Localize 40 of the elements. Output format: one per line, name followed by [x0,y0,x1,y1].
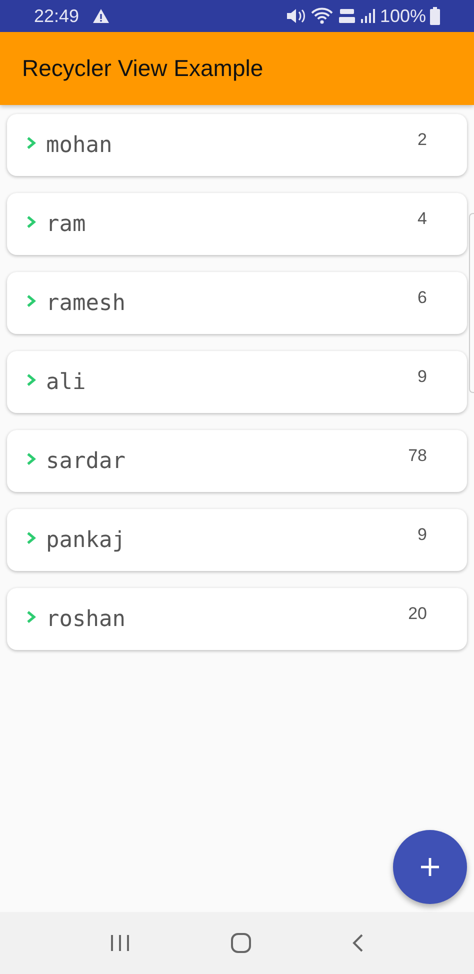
add-button[interactable] [393,830,467,904]
item-count: 6 [418,288,427,308]
warning-icon [92,8,110,24]
battery-icon [430,7,440,25]
chevron-icon [26,136,36,150]
item-name: sardar [46,448,126,474]
chevron-icon [26,215,36,229]
wifi-icon [310,7,334,25]
item-name: roshan [46,606,126,632]
list-item-card[interactable]: pankaj 9 [7,509,467,571]
item-count: 2 [418,130,427,150]
chevron-icon [26,610,36,624]
item-count: 78 [408,446,427,466]
item-name: ram [46,212,87,236]
back-icon[interactable] [350,933,365,953]
chevron-icon [26,531,36,545]
chevron-icon [26,294,36,308]
list-item-card[interactable]: ram 4 [7,193,467,255]
home-icon[interactable] [230,932,252,954]
plus-icon [420,857,440,877]
item-name: pankaj [46,528,126,552]
list-item-card[interactable]: mohan 2 [7,114,467,176]
item-name: mohan [46,132,114,158]
item-name: ramesh [46,290,126,316]
item-count: 4 [418,209,427,229]
item-count: 20 [408,604,427,624]
list-item-card[interactable]: roshan 20 [7,588,467,650]
list-item-card[interactable]: sardar 78 [7,430,467,492]
chevron-icon [26,452,36,466]
recent-apps-icon[interactable] [109,934,132,952]
signal-icon [360,8,376,24]
item-count: 9 [418,525,427,545]
battery-percent: 100% [380,6,426,26]
app-title: Recycler View Example [22,55,264,82]
item-count: 9 [418,367,427,387]
clock-time: 22:49 [34,6,80,26]
list-item-card[interactable]: ramesh 6 [7,272,467,334]
list-item-card[interactable]: ali 9 [7,351,467,413]
chevron-icon [26,373,36,387]
item-name: ali [46,370,87,394]
